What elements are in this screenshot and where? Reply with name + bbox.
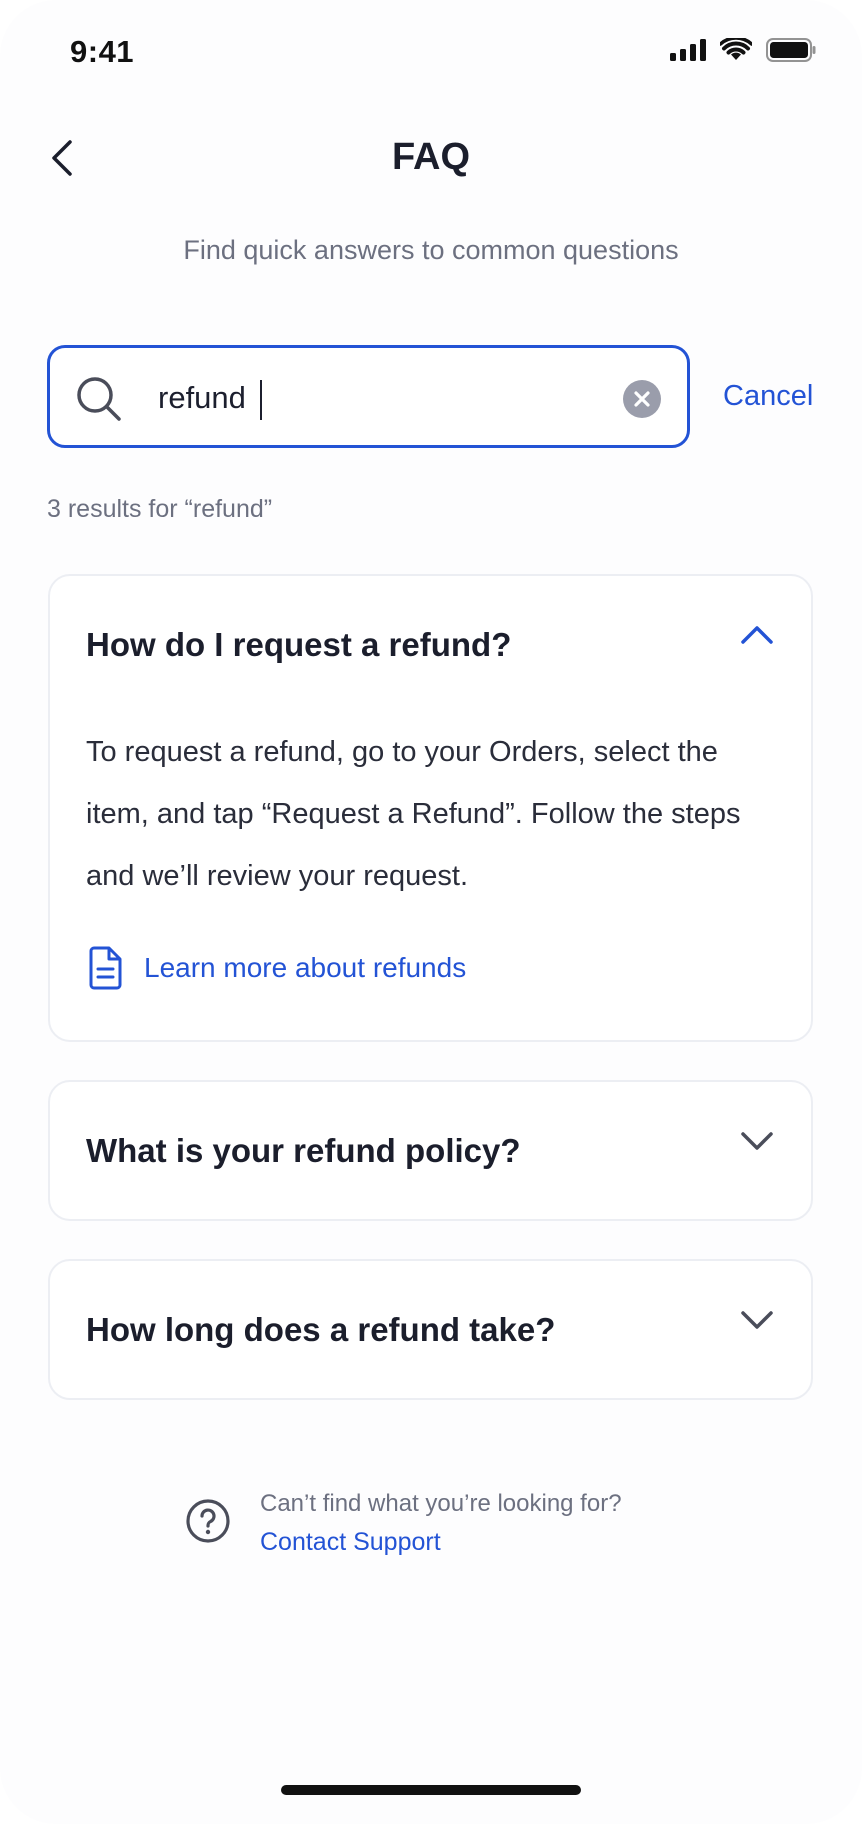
status-bar: 9:41	[0, 0, 862, 100]
faq-screen: 9:41 FAQ Find quick answers to common qu…	[0, 0, 862, 1824]
faq-question[interactable]: How long does a refund take?	[86, 1311, 555, 1349]
faq-item-request-refund: How do I request a refund? To request a …	[48, 574, 813, 1042]
faq-item-refund-duration[interactable]: How long does a refund take?	[48, 1259, 813, 1400]
close-icon	[634, 391, 650, 407]
faq-question[interactable]: What is your refund policy?	[86, 1132, 521, 1170]
help-circle-icon	[186, 1499, 230, 1543]
faq-item-refund-policy[interactable]: What is your refund policy?	[48, 1080, 813, 1221]
results-count: 3 results for “refund”	[47, 495, 273, 523]
faq-answer: To request a refund, go to your Orders, …	[86, 736, 741, 892]
cellular-signal-icon	[670, 39, 706, 61]
clear-search-button[interactable]	[623, 380, 661, 418]
text-caret	[260, 380, 262, 420]
wifi-icon	[720, 38, 752, 60]
search-icon	[77, 377, 121, 421]
contact-support-link[interactable]: Contact Support	[260, 1523, 622, 1561]
support-prompt: Can’t find what you’re looking for?	[260, 1490, 622, 1517]
chevron-down-icon[interactable]	[739, 1130, 775, 1152]
search-field[interactable]	[47, 345, 690, 448]
home-indicator[interactable]	[281, 1785, 581, 1795]
faq-question[interactable]: How do I request a refund?	[86, 626, 511, 664]
support-text-group: Can’t find what you’re looking for? Cont…	[260, 1485, 622, 1561]
chevron-up-icon[interactable]	[739, 624, 775, 646]
status-icons	[670, 38, 816, 62]
page-title: FAQ	[391, 136, 471, 178]
support-section: Can’t find what you’re looking for? Cont…	[184, 1485, 622, 1561]
cancel-button[interactable]: Cancel	[723, 380, 813, 413]
learn-more-link[interactable]: Learn more about refunds	[86, 946, 466, 990]
battery-icon	[766, 38, 816, 62]
chevron-down-icon[interactable]	[739, 1309, 775, 1331]
document-icon	[89, 946, 122, 990]
search-input[interactable]	[158, 370, 458, 426]
learn-more-label[interactable]: Learn more about refunds	[144, 952, 466, 984]
status-time: 9:41	[70, 34, 135, 69]
page-subtitle: Find quick answers to common questions	[183, 235, 679, 265]
